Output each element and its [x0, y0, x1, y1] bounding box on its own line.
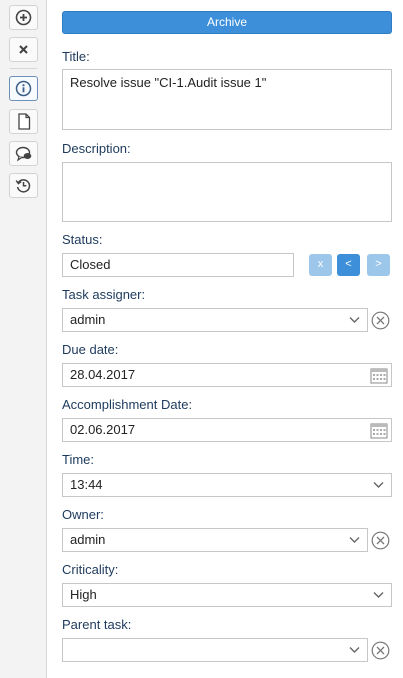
- due-date-value: 28.04.2017: [70, 367, 136, 382]
- accomplishment-date-field[interactable]: 02.06.2017: [62, 418, 392, 442]
- owner-label: Owner:: [62, 507, 104, 522]
- archive-button[interactable]: Archive: [62, 11, 392, 34]
- parent-task-label: Parent task:: [62, 617, 132, 632]
- comment-button[interactable]: [9, 141, 38, 166]
- status-reset-button[interactable]: x: [309, 254, 332, 276]
- toolbar-divider: [10, 68, 37, 69]
- chevron-down-icon: [373, 592, 384, 598]
- plus-circle-icon: [15, 9, 32, 26]
- clear-parent-task-icon[interactable]: [371, 641, 390, 660]
- status-label: Status:: [62, 232, 103, 247]
- status-field[interactable]: Closed: [62, 253, 294, 277]
- description-field[interactable]: [62, 162, 392, 222]
- chevron-down-icon: [349, 647, 360, 653]
- parent-task-select[interactable]: [62, 638, 368, 662]
- chevron-down-icon: [349, 537, 360, 543]
- calendar-icon[interactable]: [370, 367, 388, 384]
- history-icon: [15, 179, 31, 193]
- document-icon: [17, 113, 30, 130]
- time-select[interactable]: 13:44: [62, 473, 392, 497]
- accomplishment-date-value: 02.06.2017: [70, 422, 136, 437]
- criticality-select[interactable]: High: [62, 583, 392, 607]
- document-button[interactable]: [9, 109, 38, 134]
- title-field[interactable]: Resolve issue "CI-1.Audit issue 1": [62, 69, 392, 130]
- info-icon: [15, 80, 32, 97]
- calendar-icon[interactable]: [370, 422, 388, 439]
- description-label: Description:: [62, 141, 131, 156]
- owner-value: admin: [70, 532, 106, 547]
- due-date-label: Due date:: [62, 342, 119, 357]
- status-previous-button[interactable]: <: [337, 254, 360, 276]
- time-value: 13:44: [70, 477, 103, 492]
- close-button[interactable]: [9, 37, 38, 62]
- chevron-down-icon: [373, 482, 384, 488]
- time-label: Time:: [62, 452, 95, 467]
- add-button[interactable]: [9, 5, 38, 30]
- chevron-down-icon: [349, 317, 360, 323]
- task-assigner-value: admin: [70, 312, 106, 327]
- close-icon: [19, 45, 28, 54]
- criticality-value: High: [70, 587, 97, 602]
- info-button[interactable]: [9, 76, 38, 101]
- toolbar: [0, 0, 47, 678]
- accomplishment-date-label: Accomplishment Date:: [62, 397, 193, 412]
- task-assigner-select[interactable]: admin: [62, 308, 368, 332]
- title-label: Title:: [62, 49, 90, 64]
- task-assigner-label: Task assigner:: [62, 287, 146, 302]
- status-next-button[interactable]: >: [367, 254, 390, 276]
- history-button[interactable]: [9, 173, 38, 198]
- clear-owner-icon[interactable]: [371, 531, 390, 550]
- criticality-label: Criticality:: [62, 562, 119, 577]
- clear-task-assigner-icon[interactable]: [371, 311, 390, 330]
- comment-icon: [15, 146, 31, 161]
- due-date-field[interactable]: 28.04.2017: [62, 363, 392, 387]
- owner-select[interactable]: admin: [62, 528, 368, 552]
